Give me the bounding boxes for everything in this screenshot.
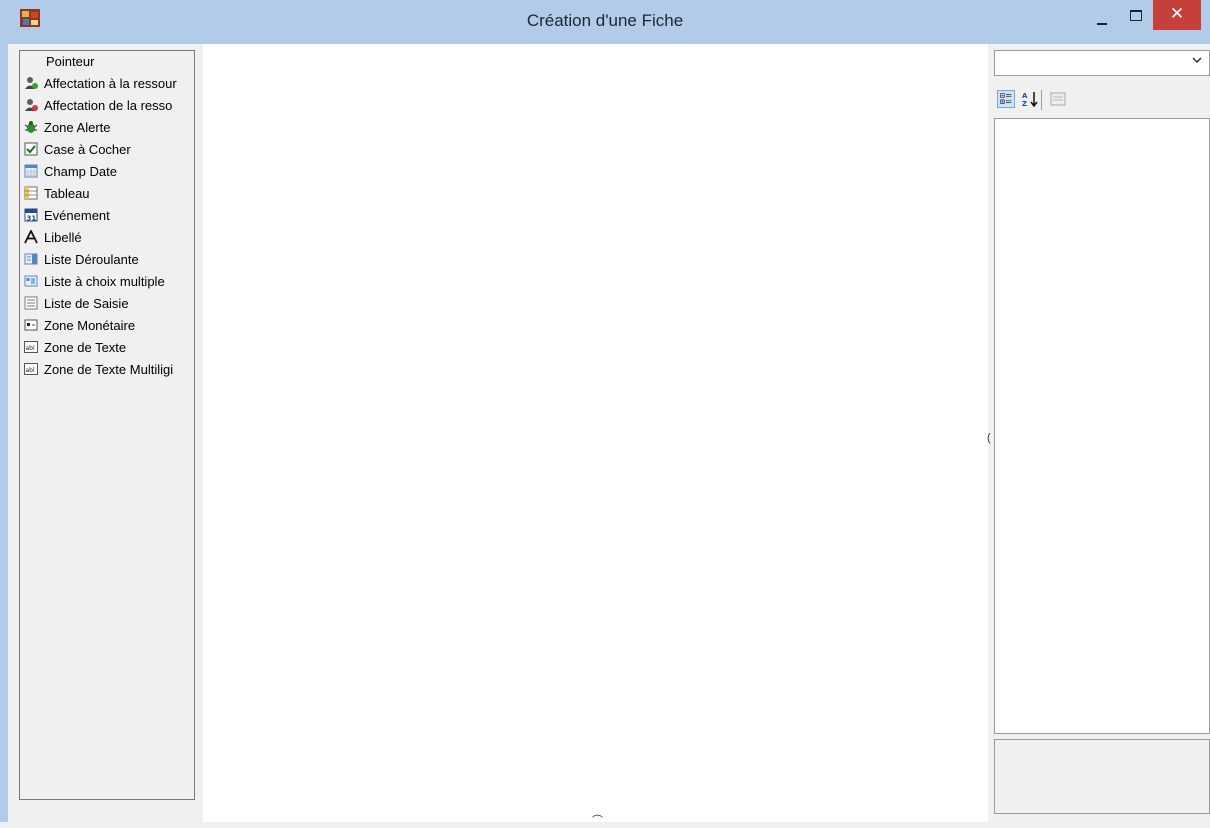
tool-evenement[interactable]: 31 Evénement xyxy=(20,205,194,227)
label-icon xyxy=(24,230,38,244)
chevron-down-icon xyxy=(1192,57,1202,64)
properties-toolbar: A Z xyxy=(993,84,1210,112)
tool-label: Zone de Texte xyxy=(44,340,127,355)
tool-tableau[interactable]: Tableau xyxy=(20,183,194,205)
close-button[interactable]: ✕ xyxy=(1153,0,1201,30)
tool-zone-de-texte-multiligne[interactable]: abl Zone de Texte Multiligi xyxy=(20,359,194,381)
currency-field-icon xyxy=(24,319,38,331)
tool-label: Evénement xyxy=(44,208,110,223)
table-icon xyxy=(24,186,38,200)
input-list-icon xyxy=(24,296,38,310)
toolbox-panel: Pointeur Affectation à la ressour Affect… xyxy=(19,50,195,800)
tool-label: Liste à choix multiple xyxy=(44,274,165,289)
tool-liste-deroulante[interactable]: Liste Déroulante xyxy=(20,249,194,271)
resize-handle-bottom[interactable]: ⌒ xyxy=(592,812,603,828)
tool-liste-choix-multiple[interactable]: Liste à choix multiple xyxy=(20,271,194,293)
property-pages-icon[interactable] xyxy=(1049,90,1067,108)
tool-pointer[interactable]: Pointeur xyxy=(20,51,194,73)
textbox-icon: abl xyxy=(24,341,38,353)
checkbox-icon xyxy=(24,142,38,156)
tool-label: Champ Date xyxy=(44,164,117,179)
tool-champ-date[interactable]: Champ Date xyxy=(20,161,194,183)
tool-label: Affectation de la resso xyxy=(44,98,173,113)
multiline-textbox-icon: abl xyxy=(24,363,38,375)
tool-label: Pointeur xyxy=(46,54,95,69)
property-description-pane xyxy=(994,739,1210,814)
tool-label: Zone Alerte xyxy=(44,120,111,135)
svg-text:abl: abl xyxy=(26,367,35,374)
title-bar[interactable]: Création d'une Fiche ✕ xyxy=(0,0,1210,44)
user-unassign-icon xyxy=(25,99,38,111)
tool-zone-monetaire[interactable]: Zone Monétaire xyxy=(20,315,194,337)
bug-alert-icon xyxy=(24,121,38,133)
tool-liste-de-saisie[interactable]: Liste de Saisie xyxy=(20,293,194,315)
tool-affectation-ressource[interactable]: Affectation à la ressour xyxy=(20,73,194,95)
dropdown-list-icon xyxy=(24,253,38,265)
window-title: Création d'une Fiche xyxy=(526,11,684,30)
svg-text:A: A xyxy=(1022,92,1028,100)
svg-text:31: 31 xyxy=(27,215,37,223)
tool-zone-de-texte[interactable]: abl Zone de Texte xyxy=(20,337,194,359)
app-window: Création d'une Fiche ✕ Pointeur Affectat… xyxy=(0,0,1210,827)
object-selector-dropdown[interactable] xyxy=(994,50,1210,76)
tool-label: Zone Monétaire xyxy=(44,318,136,333)
tool-libelle[interactable]: Libellé xyxy=(20,227,194,249)
sort-az-icon[interactable]: A Z xyxy=(1021,90,1039,108)
tool-label: Case à Cocher xyxy=(44,142,131,157)
svg-text:Z: Z xyxy=(1022,100,1027,108)
user-assign-icon xyxy=(25,77,38,89)
categorized-icon[interactable] xyxy=(997,90,1015,108)
design-canvas[interactable] xyxy=(203,44,988,822)
tool-affectation-de-ressource[interactable]: Affectation de la resso xyxy=(20,95,194,117)
svg-text:abl: abl xyxy=(26,345,35,352)
tool-label: Zone de Texte Multiligi xyxy=(44,362,174,377)
multi-choice-list-icon xyxy=(24,275,38,287)
toolbar-separator xyxy=(1041,90,1042,110)
tool-label: Tableau xyxy=(44,186,90,201)
maximize-button[interactable] xyxy=(1121,0,1151,30)
tool-zone-alerte[interactable]: Zone Alerte xyxy=(20,117,194,139)
event-icon: 31 xyxy=(24,208,38,222)
close-icon: ✕ xyxy=(1169,4,1185,23)
tool-label: Liste de Saisie xyxy=(44,296,129,311)
tool-label: Liste Déroulante xyxy=(44,252,139,267)
tool-case-a-cocher[interactable]: Case à Cocher xyxy=(20,139,194,161)
minimize-button[interactable] xyxy=(1086,0,1118,30)
resize-handle-right[interactable]: ( xyxy=(987,432,991,444)
tool-label: Libellé xyxy=(44,230,82,245)
calendar-icon xyxy=(24,164,38,178)
client-area: Pointeur Affectation à la ressour Affect… xyxy=(8,44,1210,827)
tool-label: Affectation à la ressour xyxy=(44,76,177,91)
property-grid[interactable] xyxy=(994,118,1210,734)
properties-panel: A Z xyxy=(993,44,1210,822)
